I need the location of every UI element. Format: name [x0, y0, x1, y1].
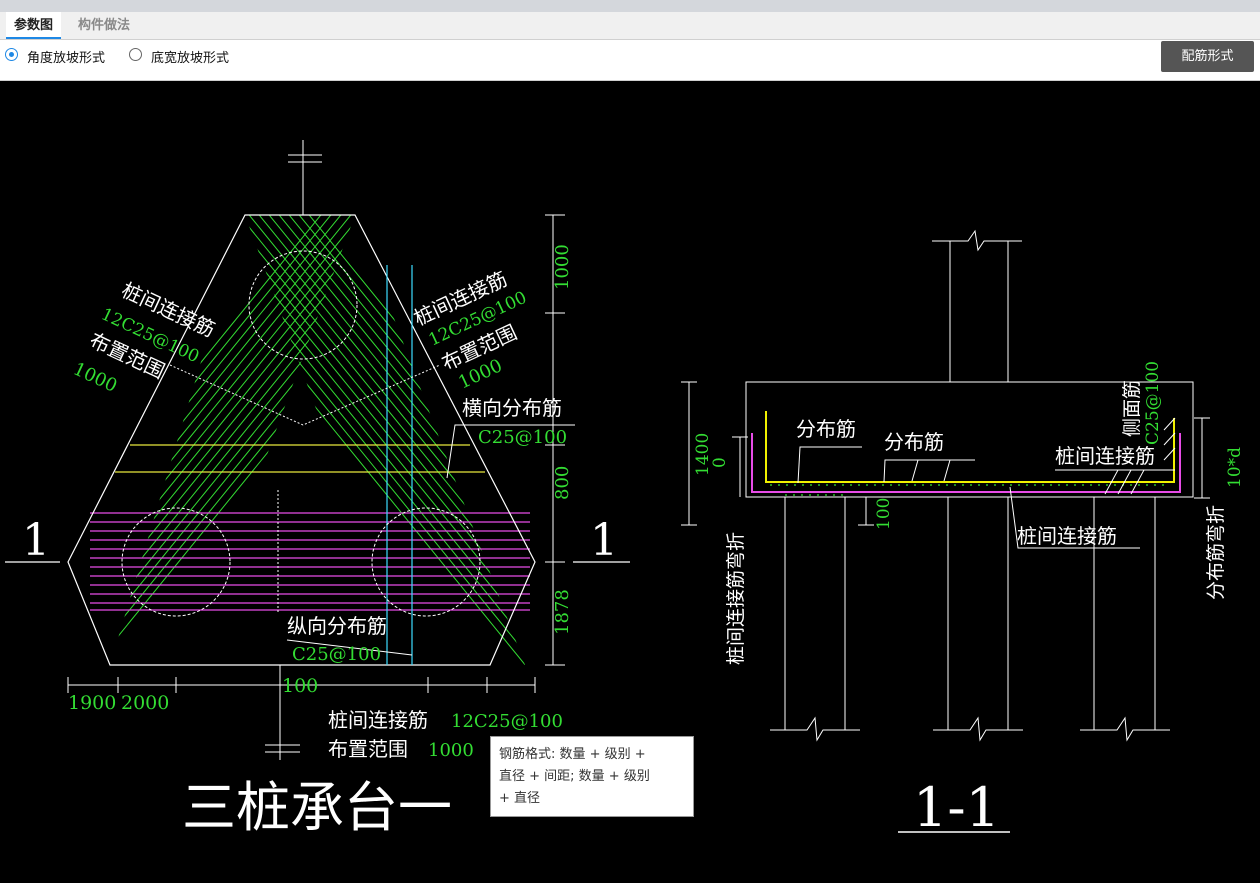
dim-right-1: 1000 — [552, 244, 573, 290]
option-bar: 角度放坡形式 底宽放坡形式 — [0, 40, 1260, 81]
tooltip-line-1: 钢筋格式: 数量 + 级别 + — [499, 747, 646, 762]
side-rebar-label: 侧面筋 — [1121, 380, 1143, 437]
dim-right-2: 800 — [552, 466, 573, 500]
plan-title: 三桩承台一 — [182, 776, 452, 839]
bend-right-label: 分布筋弯折 — [1205, 505, 1227, 600]
tab-bar: 参数图 构件做法 — [0, 12, 1260, 40]
vert-dist-value: C25@100 — [292, 644, 381, 665]
dist-label-2: 分布筋 — [884, 430, 944, 454]
horiz-dist-value: C25@100 — [478, 427, 567, 448]
dim-bottom-2: 2000 — [121, 692, 169, 714]
section-mark-left: 1 — [22, 515, 50, 566]
vert-dist-name: 纵向分布筋 — [287, 614, 387, 638]
bottom-range-value: 1000 — [428, 740, 474, 761]
section-dim-0: 0 — [710, 457, 730, 468]
radio-angle[interactable] — [5, 48, 18, 61]
section-dim-100: 100 — [874, 498, 894, 530]
section-dim-10d: 10*d — [1225, 447, 1245, 488]
bend-left-label: 桩间连接筋弯折 — [725, 532, 747, 665]
window-top-strip — [0, 0, 1260, 12]
dim-bottom-1: 1900 — [68, 692, 116, 714]
pile-conn-label-2: 桩间连接筋 — [1017, 524, 1117, 548]
radio-width-label[interactable]: 底宽放坡形式 — [151, 47, 229, 66]
rebar-form-button[interactable]: 配筋形式 — [1161, 41, 1254, 72]
tooltip-line-3: + 直径 — [499, 791, 541, 806]
dist-label-1: 分布筋 — [796, 417, 856, 441]
tab-params[interactable]: 参数图 — [6, 12, 62, 39]
bottom-conn-value: 12C25@100 — [451, 711, 563, 732]
radio-angle-label[interactable]: 角度放坡形式 — [27, 47, 105, 66]
bottom-range-label: 布置范围 — [328, 737, 408, 761]
radio-width[interactable] — [129, 48, 142, 61]
pile-conn-label-1: 桩间连接筋 — [1055, 444, 1155, 468]
tab-method[interactable]: 构件做法 — [70, 12, 138, 39]
bottom-conn-name: 桩间连接筋 — [328, 708, 428, 732]
section-mark-right: 1 — [590, 515, 618, 566]
tooltip-line-2: 直径 + 间距; 数量 + 级别 — [499, 769, 650, 784]
section-title: 1-1 — [913, 776, 1000, 839]
section-dim-1400: 1400 — [693, 433, 713, 476]
rebar-format-tooltip: 钢筋格式: 数量 + 级别 + 直径 + 间距; 数量 + 级别 + 直径 — [490, 736, 694, 817]
dim-right-3: 1878 — [552, 589, 573, 635]
side-rebar-value: C25@100 — [1143, 361, 1163, 445]
horiz-dist-name: 横向分布筋 — [462, 396, 562, 420]
dim-bottom-3: 100 — [282, 675, 318, 697]
